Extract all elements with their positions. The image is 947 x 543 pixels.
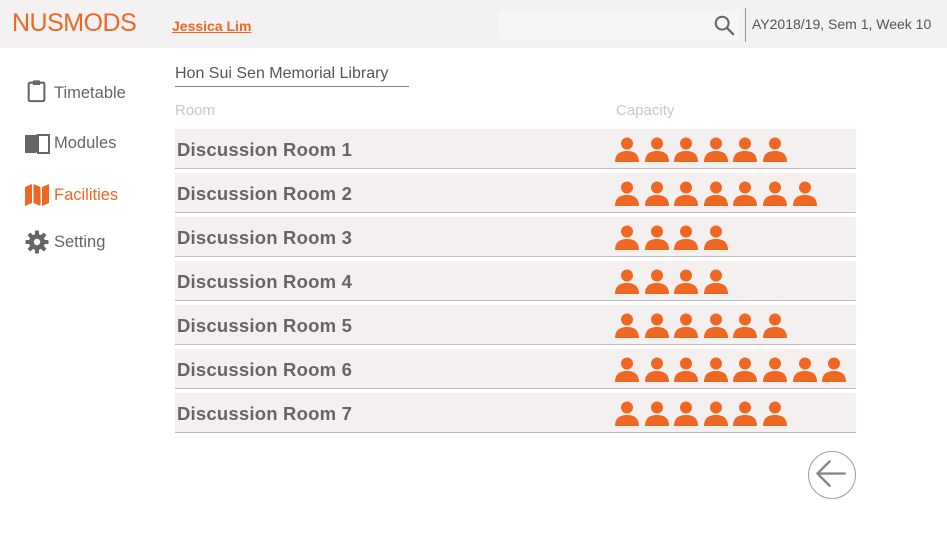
sidebar-item-setting[interactable]: Setting <box>24 230 105 254</box>
capacity-indicator <box>614 225 732 250</box>
table-row[interactable]: Discussion Room 5 <box>175 305 856 345</box>
person-icon <box>615 181 639 206</box>
table-row[interactable]: Discussion Room 7 <box>175 393 856 433</box>
person-icon <box>733 181 758 206</box>
person-icon <box>674 269 699 294</box>
room-name: Discussion Room 5 <box>177 315 353 336</box>
room-name: Discussion Room 3 <box>177 227 353 248</box>
room-name: Discussion Room 4 <box>177 271 353 292</box>
book-icon <box>25 134 50 154</box>
search-input[interactable] <box>499 11 739 40</box>
person-icon <box>674 225 699 250</box>
back-button[interactable] <box>808 451 856 499</box>
person-icon <box>703 181 728 206</box>
person-icon <box>703 313 728 338</box>
room-name: Discussion Room 1 <box>177 139 353 160</box>
person-icon <box>703 269 728 294</box>
person-icon <box>644 313 669 338</box>
term-label: AY2018/19, Sem 1, Week 10 <box>752 16 932 32</box>
gear-icon <box>25 230 49 254</box>
person-icon <box>674 313 699 338</box>
table-row[interactable]: Discussion Room 4 <box>175 261 856 301</box>
sidebar-item-label: Timetable <box>54 83 126 102</box>
person-icon <box>733 357 758 382</box>
capacity-indicator <box>614 269 732 294</box>
person-icon <box>703 225 728 250</box>
user-link[interactable]: Jessica Lim <box>172 18 251 34</box>
room-name: Discussion Room 7 <box>177 403 353 424</box>
map-icon <box>25 184 49 206</box>
person-icon <box>674 181 699 206</box>
person-icon <box>733 137 758 162</box>
person-icon <box>644 401 669 426</box>
search-icon[interactable] <box>713 14 735 36</box>
person-icon <box>762 313 787 338</box>
room-name: Discussion Room 6 <box>177 359 353 380</box>
person-icon <box>615 269 639 294</box>
person-icon <box>674 401 699 426</box>
person-icon <box>615 401 639 426</box>
sidebar-item-label: Setting <box>54 232 106 251</box>
room-name: Discussion Room 2 <box>177 183 353 204</box>
capacity-indicator <box>614 181 821 206</box>
person-icon <box>733 313 758 338</box>
sidebar-item-facilities[interactable]: Facilities <box>24 183 118 207</box>
person-icon <box>615 313 639 338</box>
person-icon <box>644 225 669 250</box>
arrow-left-icon <box>816 460 846 487</box>
person-icon <box>615 137 639 162</box>
person-icon <box>674 357 699 382</box>
person-icon <box>703 401 728 426</box>
person-icon <box>674 137 699 162</box>
sidebar-item-label: Modules <box>54 133 117 152</box>
brand-logo[interactable]: NUSMODS <box>12 9 137 38</box>
table-row[interactable]: Discussion Room 6 <box>175 349 856 389</box>
person-icon <box>644 137 669 162</box>
person-icon <box>644 181 669 206</box>
person-icon <box>703 357 728 382</box>
person-icon <box>615 225 639 250</box>
clipboard-icon <box>27 80 46 103</box>
capacity-indicator <box>614 401 792 426</box>
person-icon <box>762 357 787 382</box>
person-icon <box>792 357 817 382</box>
person-icon <box>762 181 787 206</box>
capacity-indicator <box>614 357 851 382</box>
person-icon <box>644 357 669 382</box>
table-row[interactable]: Discussion Room 3 <box>175 217 856 257</box>
header-divider <box>745 8 746 42</box>
sidebar-item-timetable[interactable]: Timetable <box>24 79 126 103</box>
person-icon <box>762 401 787 426</box>
library-title[interactable]: Hon Sui Sen Memorial Library <box>175 65 409 87</box>
person-icon <box>822 357 847 382</box>
person-icon <box>762 137 787 162</box>
capacity-indicator <box>614 137 792 162</box>
table-row[interactable]: Discussion Room 1 <box>175 129 856 169</box>
column-header-room: Room <box>175 102 216 119</box>
column-header-capacity: Capacity <box>616 102 675 119</box>
top-bar: NUSMODS Jessica Lim AY2018/19, Sem 1, We… <box>0 0 947 48</box>
table-row[interactable]: Discussion Room 2 <box>175 173 856 213</box>
sidebar-item-modules[interactable]: Modules <box>24 131 116 155</box>
person-icon <box>703 137 728 162</box>
person-icon <box>644 269 669 294</box>
person-icon <box>733 401 758 426</box>
person-icon <box>615 357 639 382</box>
sidebar-item-label: Facilities <box>54 185 119 204</box>
capacity-indicator <box>614 313 792 338</box>
person-icon <box>792 181 817 206</box>
